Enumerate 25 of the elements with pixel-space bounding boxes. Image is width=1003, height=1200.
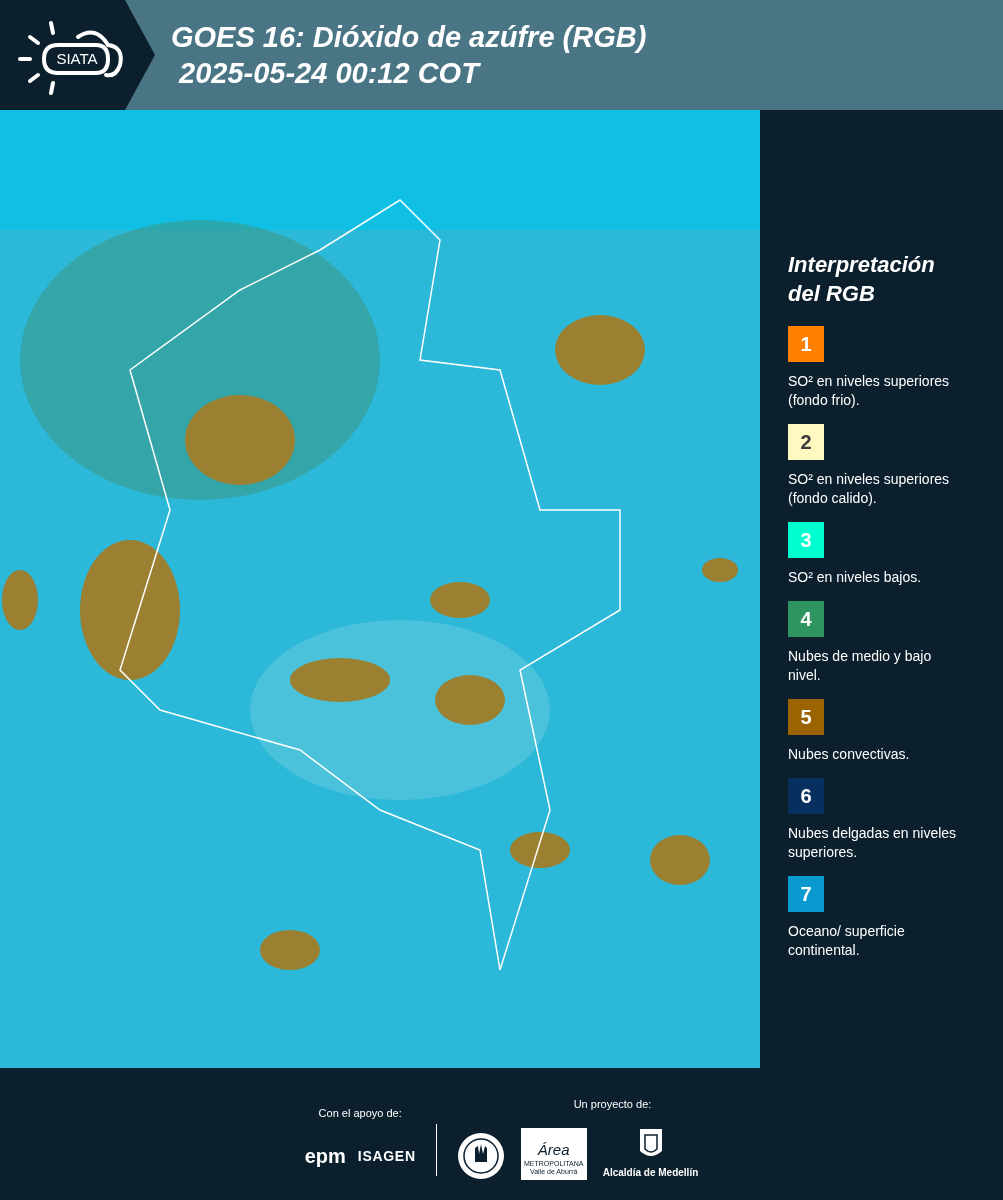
legend-text: SO² en niveles superiores (fondo frio). (788, 372, 951, 410)
legend-text: SO² en niveles bajos. (788, 568, 923, 587)
timestamp: 2025-05-24 00:12 COT (177, 56, 482, 91)
legend-swatch: 4 (788, 601, 824, 637)
seal-emblem-icon (456, 1131, 505, 1180)
legend-text: Oceano/ superficie continental. (788, 922, 906, 960)
legend-swatch: 2 (788, 424, 824, 460)
legend-text: Nubes convectivas. (788, 745, 911, 764)
legend-swatch: 5 (788, 699, 824, 735)
isagen-logo: ISAGEN (357, 1146, 416, 1166)
title: GOES 16: Dióxido de azúfre (RGB) (171, 20, 647, 55)
logo-text: SIATA (55, 49, 99, 69)
alcaldia-logo-text: Alcaldía de Medellín (602, 1165, 699, 1180)
project-label: Un proyecto de: (573, 1097, 652, 1113)
support-label: Con el apoyo de: (318, 1105, 402, 1121)
legend-swatch: 6 (788, 778, 824, 814)
legend-text: Nubes de medio y bajo nivel. (788, 647, 933, 685)
legend-text: Nubes delgadas en niveles superiores. (788, 824, 958, 862)
legend-swatch: 1 (788, 326, 824, 362)
legend-swatch: 3 (788, 522, 824, 558)
area-logo-name: Área (537, 1141, 570, 1158)
legend-swatch: 7 (788, 876, 824, 912)
legend-title: Interpretación del RGB (788, 251, 936, 308)
legend-text: SO² en niveles superiores (fondo calido). (788, 470, 951, 508)
epm-logo: epm (304, 1144, 346, 1170)
